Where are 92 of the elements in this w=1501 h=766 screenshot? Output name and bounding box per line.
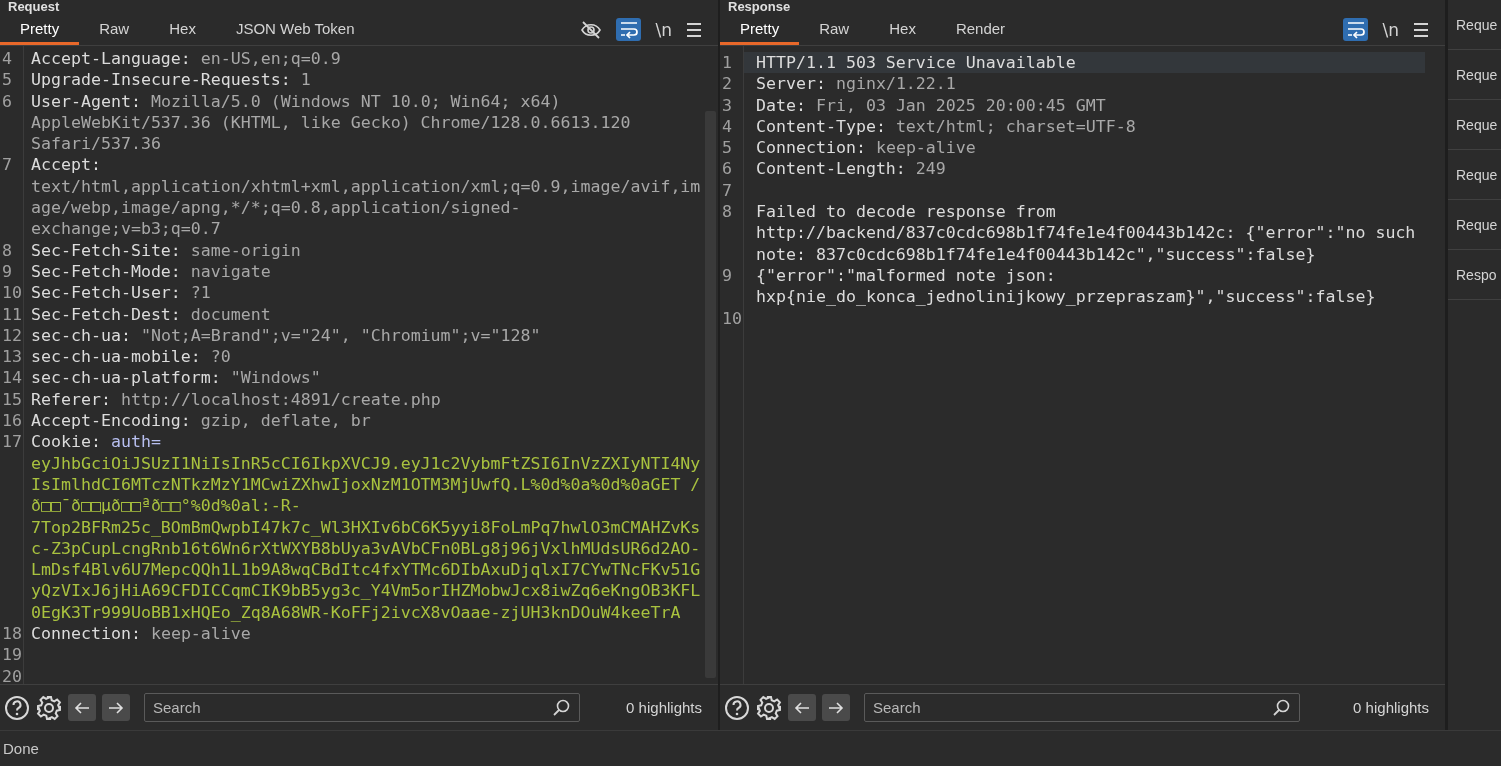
help-icon[interactable] [724,694,750,721]
wrap-lines-button[interactable] [616,18,642,41]
line-number: 15 [1,388,23,411]
code-line: User-Agent: Mozilla/5.0 (Windows NT 10.0; Win64; x64) AppleWebKit/537.36 (KHTML, like Gecko) Chrome/128.0.6613.120 Safari/537.36 [30,90,632,155]
line-number: 2 [721,73,733,95]
search-field[interactable]: Search [144,693,580,722]
newline-toggle[interactable]: \n [1382,19,1399,40]
line-number: 5 [721,137,733,159]
view-tab[interactable]: Hex [149,14,216,45]
code-line: {"error":"malformed note json: hxp{nie_do_konca_jednolinijkowy_przepraszam}","success":false} [755,264,1377,308]
view-tab[interactable]: Pretty [0,14,80,45]
highlights-count: 0 highlights [626,699,702,716]
code-line: Content-Length: 249 [755,158,947,180]
code-line: sec-ch-ua-mobile: ?0 [30,346,232,368]
wrap-lines-button[interactable] [1343,18,1369,41]
view-tab[interactable]: Raw [79,14,150,45]
message-list-item[interactable]: Reque [1448,100,1501,150]
message-list-item[interactable]: Reque [1448,50,1501,100]
code-line: sec-ch-ua-platform: "Windows" [30,367,322,389]
wrap-icon [620,20,638,39]
code-line: sec-ch-ua: "Not;A=Brand";v="24", "Chromium";v="128" [30,324,542,347]
line-number: 1 [721,52,733,74]
settings-icon[interactable] [756,694,782,721]
code-line: Sec-Fetch-User: ?1 [30,282,212,304]
code-line: Cookie: auth= eyJhbGciOiJSUzI1NiIsInR5cCI6IkpXVCJ9.eyJ1c2VybmFtZSI6InVzZXIyNTI4NyIsImlhdCI6MTczNTkzMzY1MCwiZXhwIjoxNzM1OTM3MjUwfQ.L%0d%0a%0d%0aGET /ð□□¯ð□□µð□□ªð□□°%0d%0al:-R-7Top2BFRm25c_BOmBmQwpbI47k7c_Wl3HXIv6bC6K5yyi8FoLmPq7hwlO3mCMAHZvKsc-Z3pCupLcngRnb16t6Wn6rXtWXYB8bUya3vAVbCFn0BLg8j96jVxlhMUdsUR6d2AO-LmDsf4Blv6U7MepcQQh1L1b9A8wqCBdItc4fxYTMc6DIbAxuDjqlxI7CYwTNcFKv51GyQzVIxJ6jHiA69CFDICCqmCIK9bB5yg3c_Y4Vm5orIHZMobwJcx8iwZq6eKngOB3KFL0EgK3Tr999UoBB1xHQEo_Zq8A68WR-KoFFj2ivcX8vOaae-zjUH3knDOuW4keeTrA [30,431,701,623]
message-list-item[interactable]: Reque [1448,200,1501,250]
panel-title: Response [727,0,792,14]
forward-button[interactable] [102,694,130,721]
code-line: Upgrade-Insecure-Requests: 1 [30,69,312,91]
line-number: 4 [721,115,733,138]
line-number: 7 [721,179,733,202]
code-line: Referer: http://localhost:4891/create.php [30,388,442,411]
line-number: 16 [1,410,23,432]
code-line: Accept-Encoding: gzip, deflate, br [30,410,372,432]
view-tab[interactable]: Render [935,14,1026,45]
forward-button[interactable] [822,694,850,721]
back-button[interactable] [68,694,96,721]
menu-icon[interactable] [686,21,702,38]
code-line: Connection: keep-alive [755,137,977,159]
line-number: 12 [1,324,23,347]
line-number: 19 [1,644,23,666]
line-number: 8 [1,239,13,261]
panel-title: Request [7,0,61,14]
eye-slash-icon[interactable] [580,19,603,40]
line-number: 10 [1,282,23,304]
message-list-item[interactable]: Reque [1448,150,1501,200]
highlights-count: 0 highlights [1353,699,1429,716]
code-line: Date: Fri, 03 Jan 2025 20:00:45 GMT [755,94,1107,116]
right-arrow-icon [108,699,124,716]
line-number: 9 [1,260,13,283]
code-line: Server: nginx/1.22.1 [755,73,957,95]
line-number: 4 [1,48,13,70]
back-button[interactable] [788,694,816,721]
right-arrow-icon [828,699,844,716]
line-number: 20 [1,665,23,684]
line-number: 10 [721,307,743,329]
line-number: 14 [1,367,23,389]
wrap-icon [1347,20,1365,39]
code-line: Accept-Language: en-US,en;q=0.9 [30,48,342,70]
code-line: Content-Type: text/html; charset=UTF-8 [755,115,1137,138]
message-list-item[interactable]: Reque [1448,0,1501,50]
code-line: Connection: keep-alive [30,623,252,645]
view-tab[interactable]: Raw [799,14,870,45]
help-icon[interactable] [4,694,30,721]
line-number: 6 [1,90,13,113]
search-icon[interactable] [553,699,570,716]
line-number: 9 [721,264,733,287]
left-arrow-icon [794,699,810,716]
line-number: 8 [721,201,733,224]
settings-icon[interactable] [36,694,62,721]
line-number: 18 [1,623,23,645]
view-tab[interactable]: Pretty [720,14,800,45]
search-field[interactable]: Search [864,693,1300,722]
line-number: 17 [1,431,23,454]
code-line: Sec-Fetch-Dest: document [30,303,272,325]
line-number: 11 [1,303,23,325]
view-tab[interactable]: JSON Web Token [215,14,375,45]
code-line: Sec-Fetch-Mode: navigate [30,260,272,283]
line-number: 5 [1,69,13,91]
code-line: Sec-Fetch-Site: same-origin [30,239,302,261]
view-tab[interactable]: Hex [869,14,936,45]
line-number: 13 [1,346,23,368]
menu-icon[interactable] [1413,21,1429,38]
code-line: Failed to decode response from http://backend/837c0cdc698b1f74fe1e4f00443b142c: {"error":"no such note: 837c0cdc698b1f74fe1e4f00443b142c","success":false} [755,201,1417,265]
status-text: Done [2,740,39,757]
line-number: 6 [721,158,733,180]
message-list-item[interactable]: Respo [1448,250,1501,300]
line-number: 7 [1,154,13,177]
newline-toggle[interactable]: \n [655,19,672,40]
line-number: 3 [721,94,733,116]
search-icon[interactable] [1273,699,1290,716]
left-arrow-icon [74,699,90,716]
